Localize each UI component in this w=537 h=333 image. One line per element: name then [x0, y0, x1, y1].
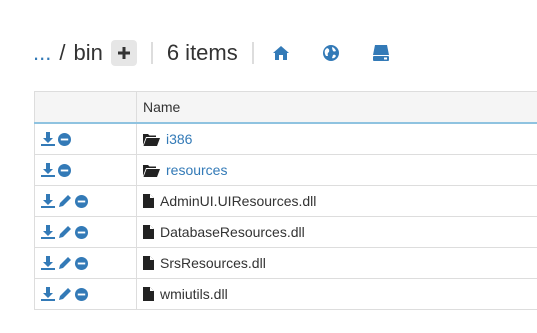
download-button[interactable]: [41, 194, 55, 208]
globe-button[interactable]: [322, 44, 340, 62]
actions-column-header: [34, 91, 137, 124]
folder-open-icon: [143, 133, 160, 146]
actions-cell: [34, 185, 137, 217]
item-count: 6 items: [166, 40, 238, 65]
download-button[interactable]: [41, 163, 55, 177]
actions-cell: [34, 123, 137, 155]
edit-button[interactable]: [58, 256, 72, 270]
file-name[interactable]: wmiutils.dll: [160, 286, 228, 302]
home-icon: [272, 46, 289, 60]
folder-open-icon: [143, 164, 160, 177]
table-row: resources: [34, 154, 537, 186]
file-icon: [143, 194, 154, 208]
edit-button[interactable]: [58, 194, 72, 208]
download-icon: [41, 225, 55, 239]
minus-circle-icon: [75, 256, 88, 270]
divider: [150, 42, 153, 64]
drive-button[interactable]: [372, 44, 390, 62]
file-name[interactable]: DatabaseResources.dll: [160, 224, 305, 240]
edit-button[interactable]: [58, 225, 72, 239]
name-cell: SrsResources.dll: [136, 247, 537, 279]
add-button[interactable]: [110, 40, 137, 66]
file-name[interactable]: SrsResources.dll: [160, 255, 266, 271]
minus-circle-icon: [75, 194, 88, 208]
pencil-icon: [59, 226, 71, 238]
download-button[interactable]: [41, 287, 55, 301]
table-row: wmiutils.dll: [34, 278, 537, 310]
table-row: AdminUI.UIResources.dll: [34, 185, 537, 217]
name-cell: i386: [136, 123, 537, 155]
minus-circle-icon: [75, 225, 88, 239]
name-cell: DatabaseResources.dll: [136, 216, 537, 248]
name-cell: AdminUI.UIResources.dll: [136, 185, 537, 217]
download-icon: [41, 256, 55, 270]
download-icon: [41, 287, 55, 301]
file-table: Name i386 resources AdminUI.UIResources.…: [34, 91, 537, 310]
minus-circle-icon: [58, 132, 71, 146]
folder-link[interactable]: i386: [166, 131, 192, 147]
table-row: i386: [34, 123, 537, 155]
edit-button[interactable]: [58, 287, 72, 301]
download-button[interactable]: [41, 256, 55, 270]
remove-button[interactable]: [75, 225, 88, 239]
download-icon: [41, 194, 55, 208]
actions-cell: [34, 278, 137, 310]
name-cell: wmiutils.dll: [136, 278, 537, 310]
globe-icon: [322, 45, 339, 61]
name-column-header[interactable]: Name: [136, 91, 537, 124]
file-icon: [143, 287, 154, 301]
plus-icon: [117, 47, 130, 59]
file-browser: ... / bin 6 items Name i386 resources Ad…: [0, 0, 537, 333]
remove-button[interactable]: [75, 287, 88, 301]
remove-button[interactable]: [75, 256, 88, 270]
home-button[interactable]: [272, 45, 290, 61]
remove-button[interactable]: [58, 132, 71, 146]
remove-button[interactable]: [58, 163, 71, 177]
pencil-icon: [59, 257, 71, 269]
minus-circle-icon: [75, 287, 88, 301]
actions-cell: [34, 154, 137, 186]
actions-cell: [34, 247, 137, 279]
download-icon: [41, 132, 55, 146]
breadcrumb-separator: /: [59, 40, 66, 65]
table-header-row: Name: [34, 91, 537, 124]
file-icon: [143, 225, 154, 239]
table-row: DatabaseResources.dll: [34, 216, 537, 248]
divider: [251, 42, 254, 64]
hdd-icon: [372, 45, 389, 61]
breadcrumb-ellipsis-link[interactable]: ...: [33, 36, 51, 70]
download-button[interactable]: [41, 132, 55, 146]
minus-circle-icon: [58, 163, 71, 177]
download-button[interactable]: [41, 225, 55, 239]
download-icon: [41, 163, 55, 177]
header-bar: ... / bin 6 items: [33, 36, 390, 70]
actions-cell: [34, 216, 137, 248]
remove-button[interactable]: [75, 194, 88, 208]
file-name[interactable]: AdminUI.UIResources.dll: [160, 193, 316, 209]
folder-link[interactable]: resources: [166, 162, 227, 178]
pencil-icon: [59, 288, 71, 300]
table-row: SrsResources.dll: [34, 247, 537, 279]
pencil-icon: [59, 195, 71, 207]
file-icon: [143, 256, 154, 270]
name-cell: resources: [136, 154, 537, 186]
breadcrumb-current: bin: [73, 40, 103, 65]
